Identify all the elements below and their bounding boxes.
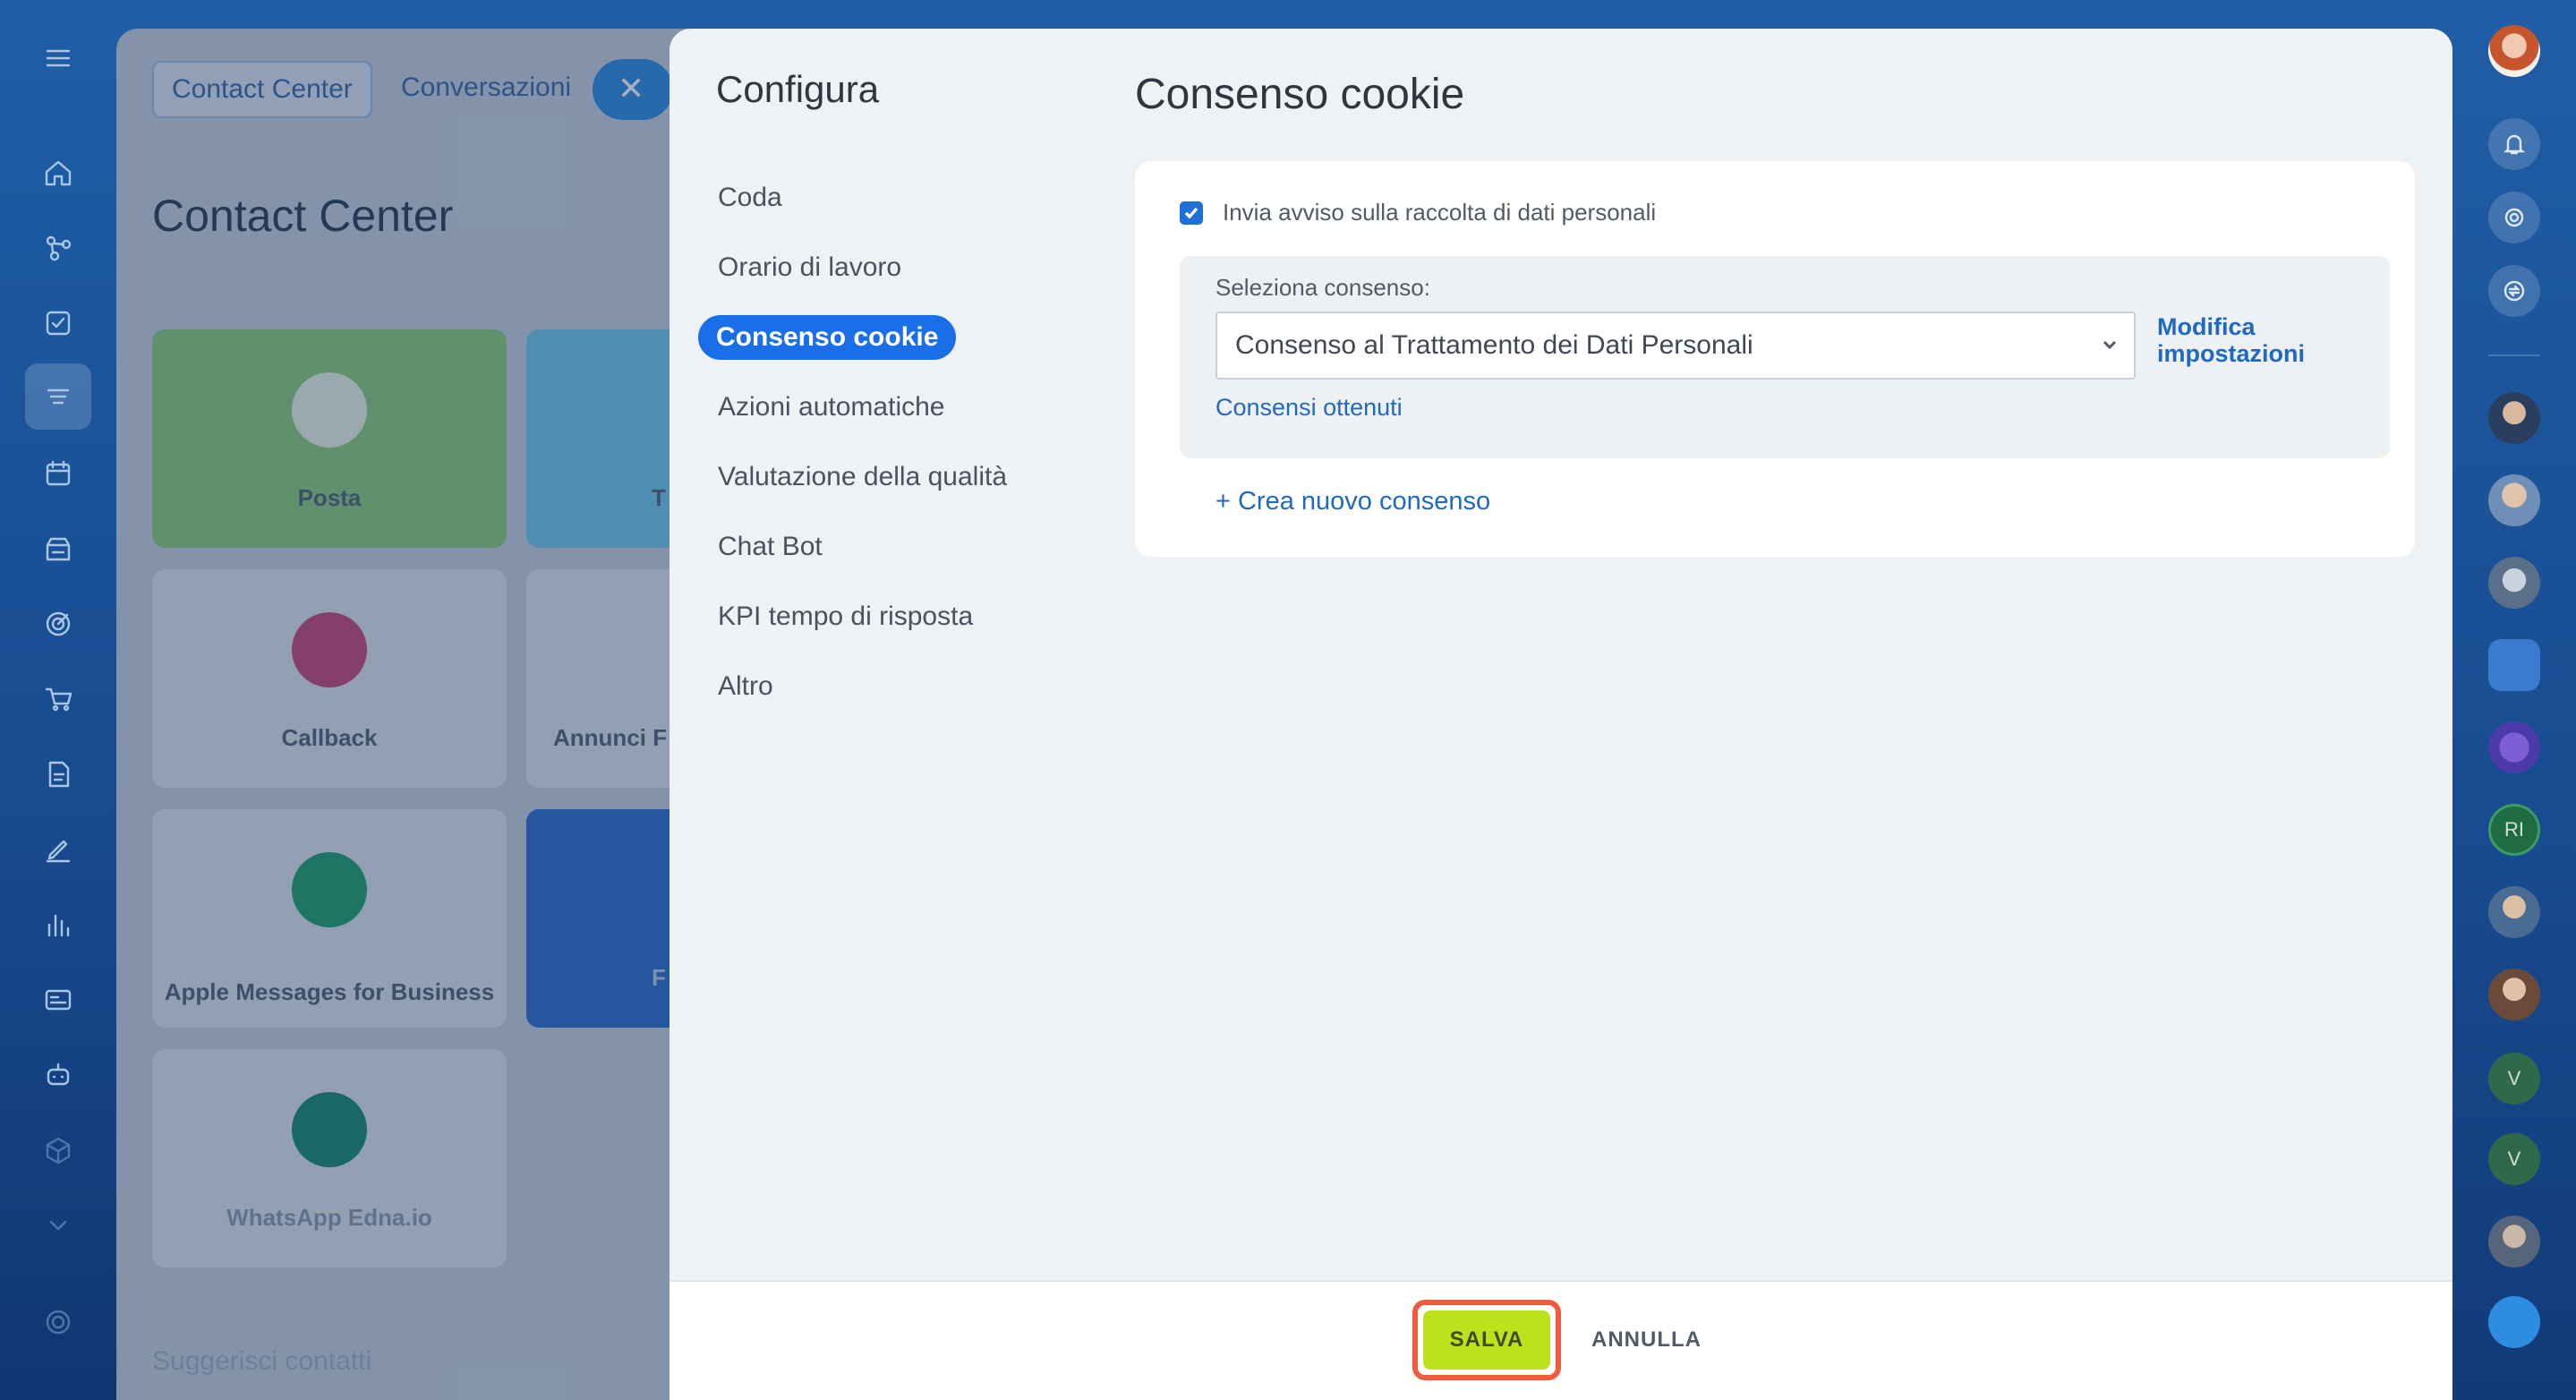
sidebar-item-azioni[interactable]: Azioni automatiche — [698, 372, 1092, 442]
sidebar-item-consenso-cookie[interactable]: Consenso cookie — [698, 303, 1092, 372]
calendar-icon[interactable] — [36, 451, 81, 496]
channel-card-whatsapp[interactable]: WhatsApp Edna.io — [152, 1049, 507, 1268]
phone-icon — [292, 612, 367, 687]
contact-avatar[interactable] — [2488, 1216, 2540, 1268]
sidebar-item-chat-bot[interactable]: Chat Bot — [698, 512, 1092, 582]
create-new-consent-link[interactable]: + Crea nuovo consenso — [1215, 487, 1490, 516]
tasks-icon[interactable] — [36, 301, 81, 346]
save-button[interactable]: SALVA — [1423, 1310, 1550, 1370]
contact-avatar[interactable] — [2488, 557, 2540, 609]
cancel-button[interactable]: ANNULLA — [1591, 1310, 1702, 1370]
group-chat-avatar[interactable] — [2488, 886, 2540, 938]
cart-icon[interactable] — [36, 677, 81, 721]
close-slider-button[interactable]: ✕ — [593, 59, 673, 120]
settings-sidebar: Coda Orario di lavoro Consenso cookie Az… — [698, 163, 1092, 721]
card-label: Callback — [281, 724, 378, 751]
channel-card-posta[interactable]: Posta — [152, 329, 507, 548]
store-icon[interactable] — [36, 526, 81, 571]
consent-notice-row: Invia avviso sulla raccolta di dati pers… — [1180, 199, 1656, 226]
channel-card-apple-messages[interactable]: Apple Messages for Business — [152, 809, 507, 1028]
news-icon[interactable] — [36, 977, 81, 1022]
crm-icon[interactable] — [36, 226, 81, 270]
consent-notice-label[interactable]: Invia avviso sulla raccolta di dati pers… — [1223, 199, 1656, 226]
target-icon[interactable] — [36, 602, 81, 646]
divider — [2488, 354, 2540, 356]
consent-select-box: Seleziona consenso: Consenso al Trattame… — [1180, 256, 2390, 458]
openlines-chat-icon[interactable] — [2488, 721, 2540, 773]
document-icon[interactable] — [36, 752, 81, 797]
mail-icon — [292, 372, 367, 448]
card-label: WhatsApp Edna.io — [226, 1204, 432, 1231]
sidebar-item-label: Altro — [718, 671, 773, 701]
sidebar-item-coda[interactable]: Coda — [698, 163, 1092, 233]
messages-icon[interactable] — [2488, 1296, 2540, 1348]
right-rail: RI V V — [2452, 0, 2576, 1400]
sidebar-item-label: Valutazione della qualità — [718, 462, 1008, 491]
tasks-chat-icon[interactable] — [2488, 639, 2540, 691]
tab-contact-center[interactable]: Contact Center — [152, 61, 372, 118]
target-icon[interactable] — [2488, 192, 2540, 243]
checkmark-icon — [1184, 207, 1198, 218]
card-label: Posta — [297, 484, 362, 511]
contact-center-icon[interactable] — [25, 363, 91, 430]
sidebar-item-orario[interactable]: Orario di lavoro — [698, 233, 1092, 303]
chat-bubble-icon — [292, 852, 367, 927]
sidebar-item-label: Chat Bot — [718, 532, 823, 561]
sidebar-item-label: Orario di lavoro — [718, 252, 902, 282]
sidebar-item-label: Coda — [718, 183, 782, 212]
sync-chat-icon[interactable] — [2488, 265, 2540, 317]
contact-avatar[interactable] — [2488, 474, 2540, 526]
modify-settings-link[interactable]: Modifica impostazioni — [2157, 313, 2354, 367]
consent-notice-checkbox[interactable] — [1180, 201, 1203, 225]
panel-footer: SALVA ANNULLA — [670, 1280, 2452, 1400]
sidebar-item-label: KPI tempo di risposta — [718, 602, 974, 631]
tab-conversazioni[interactable]: Conversazioni — [401, 61, 571, 115]
sign-icon[interactable] — [36, 827, 81, 872]
robot-icon[interactable] — [36, 1053, 81, 1097]
sidebar-item-label: Azioni automatiche — [718, 392, 945, 422]
contact-avatar-initials[interactable]: V — [2488, 1133, 2540, 1185]
sidebar-item-kpi[interactable]: KPI tempo di risposta — [698, 582, 1092, 652]
bell-icon[interactable] — [2488, 118, 2540, 170]
sidebar-item-altro[interactable]: Altro — [698, 652, 1092, 721]
contact-avatar[interactable] — [2488, 969, 2540, 1020]
select-consent-label: Seleziona consenso: — [1215, 274, 1430, 301]
chevron-down-icon — [2100, 335, 2120, 354]
consent-settings-card: Invia avviso sulla raccolta di dati pers… — [1135, 161, 2415, 557]
menu-icon[interactable] — [36, 36, 81, 81]
consent-select[interactable]: Consenso al Trattamento dei Dati Persona… — [1215, 312, 2136, 380]
home-icon[interactable] — [36, 150, 81, 195]
contact-avatar-initials[interactable]: V — [2488, 1053, 2540, 1105]
settings-icon[interactable] — [36, 1300, 81, 1345]
contact-avatar[interactable] — [2488, 392, 2540, 444]
user-avatar[interactable] — [2488, 25, 2540, 77]
left-nav-rail — [0, 0, 116, 1400]
card-label: Apple Messages for Business — [164, 978, 495, 1005]
contact-avatar-initials[interactable]: RI — [2488, 804, 2540, 856]
obtained-consents-link[interactable]: Consensi ottenuti — [1215, 394, 1403, 422]
cube-icon[interactable] — [36, 1128, 81, 1173]
sidebar-item-label: Consenso cookie — [698, 315, 957, 360]
analytics-icon[interactable] — [36, 902, 81, 947]
sidebar-title: Configura — [716, 68, 880, 110]
suggest-contacts-text: Suggerisci contatti — [152, 1346, 372, 1376]
section-title: Consenso cookie — [1135, 71, 1465, 118]
configure-slider-panel: Configura Coda Orario di lavoro Consenso… — [670, 29, 2452, 1400]
chevron-down-icon[interactable] — [36, 1203, 81, 1248]
whatsapp-icon — [292, 1092, 367, 1167]
consent-select-value: Consenso al Trattamento dei Dati Persona… — [1235, 330, 1753, 360]
sidebar-item-valutazione[interactable]: Valutazione della qualità — [698, 442, 1092, 512]
channel-card-callback[interactable]: Callback — [152, 569, 507, 788]
page-title: Contact Center — [152, 191, 454, 241]
